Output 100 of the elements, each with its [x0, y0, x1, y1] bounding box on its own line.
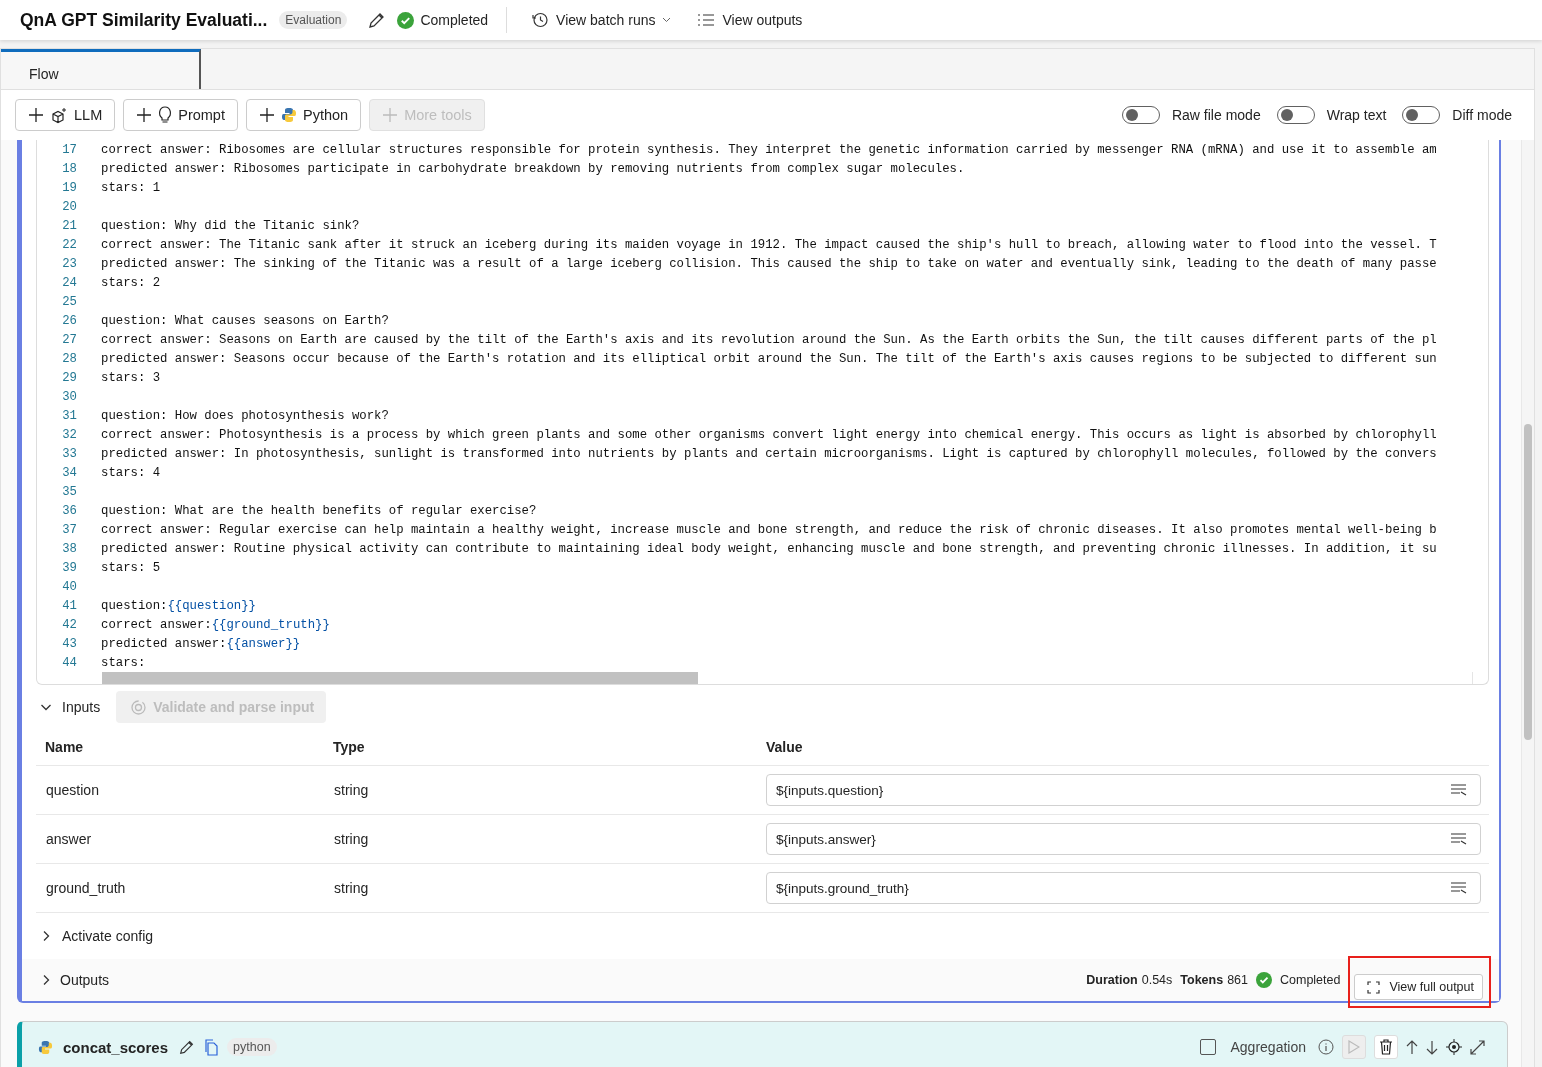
- aggregation-label: Aggregation: [1230, 1039, 1306, 1055]
- flow-title: QnA GPT Similarity Evaluati...: [20, 9, 268, 31]
- toggle-label: Wrap text: [1326, 107, 1387, 123]
- duration-label: Duration: [1086, 973, 1138, 987]
- aggregation-checkbox[interactable]: [1200, 1039, 1217, 1055]
- column-header: Type: [333, 739, 366, 755]
- cube-sparkle-icon: [50, 106, 68, 124]
- line-number: 39: [61, 560, 77, 575]
- line-number: 31: [61, 408, 77, 423]
- line-number: 44: [61, 655, 77, 670]
- add-python-button[interactable]: Python: [245, 99, 362, 131]
- line-number: 29: [61, 370, 77, 385]
- node-type-tag: python: [227, 1038, 277, 1056]
- activate-config-heading: Activate config: [62, 928, 154, 944]
- line-number: 19: [61, 180, 77, 195]
- line-number: 23: [61, 256, 77, 271]
- delete-button[interactable]: [1374, 1035, 1398, 1059]
- line-number: 32: [61, 427, 77, 442]
- code-line: predicted answer: Seasons occur because of the Earth's rotation and its elliptical orbit around the Sun. The tilt of the Earth's axis causes regions to be subjected to different sun: [101, 351, 1437, 366]
- list-icon: [697, 12, 716, 28]
- input-type: string: [333, 782, 370, 798]
- refresh-check-icon: [130, 698, 148, 716]
- lightbulb-icon: [158, 106, 173, 124]
- value-input[interactable]: ${inputs.ground_truth}: [766, 872, 1481, 904]
- line-number: 43: [61, 636, 77, 651]
- arrow-down-icon[interactable]: [1426, 1039, 1438, 1055]
- inputs-heading: Inputs: [62, 699, 101, 715]
- code-line: predicted answer: The sinking of the Titanic was a result of a large iceberg collision. This caused the ship to take on water and eventually sink, leading to the death of many passe: [101, 256, 1437, 271]
- code-line: correct answer: Regular exercise can help maintain a healthy weight, increase muscle and bone strength, and reduce the risk of chronic diseases. It also promotes mental well-being b: [101, 522, 1437, 537]
- line-number: 28: [61, 351, 77, 366]
- outputs-heading: Outputs: [60, 972, 110, 988]
- line-number: 38: [61, 541, 77, 556]
- line-number: 21: [61, 218, 77, 233]
- view-batch-runs-button[interactable]: View batch runs: [525, 7, 678, 33]
- view-full-output-button[interactable]: View full output: [1354, 974, 1483, 1000]
- flow-tab[interactable]: Flow: [1, 49, 201, 89]
- plus-icon: [258, 107, 275, 123]
- line-number: 25: [61, 294, 77, 309]
- expand-frame-icon: [1367, 980, 1381, 994]
- play-icon: [1348, 1040, 1360, 1054]
- code-line: correct answer: Seasons on Earth are caused by the tilt of the Earth's axis and its revolution around the Sun. As the Earth orbits the Sun, the tilt causes different parts of the pl: [101, 332, 1437, 347]
- scrollbar-thumb[interactable]: [102, 672, 698, 684]
- tokens-label: Tokens: [1180, 973, 1224, 987]
- code-line: question: What causes seasons on Earth?: [101, 313, 389, 328]
- line-number: 18: [61, 161, 77, 176]
- line-number: 40: [61, 579, 77, 594]
- text-lines-icon: [1450, 783, 1468, 797]
- plus-icon: [28, 107, 44, 123]
- target-icon[interactable]: [1446, 1039, 1462, 1055]
- python-logo-icon: [280, 107, 297, 123]
- add-prompt-button[interactable]: Prompt: [123, 99, 238, 131]
- text-lines-icon: [1450, 832, 1468, 846]
- toggle-label: Raw file mode: [1171, 107, 1261, 123]
- code-line: stars: 4: [101, 465, 161, 480]
- info-icon[interactable]: [1318, 1039, 1334, 1055]
- input-name: question: [45, 782, 100, 798]
- line-number: 42: [61, 617, 77, 632]
- add-llm-button[interactable]: LLM: [15, 99, 116, 131]
- check-circle-icon: [397, 11, 415, 29]
- input-type: string: [333, 880, 370, 896]
- line-number: 37: [61, 522, 77, 537]
- view-outputs-button[interactable]: View outputs: [691, 8, 809, 32]
- scrollbar-thumb[interactable]: [1524, 424, 1532, 740]
- code-line: stars:: [101, 655, 146, 670]
- line-number: 20: [61, 199, 77, 214]
- duration-value: 0.54s: [1141, 973, 1173, 987]
- line-number: 35: [61, 484, 77, 499]
- value-input[interactable]: ${inputs.answer}: [766, 823, 1481, 855]
- line-number: 26: [61, 313, 77, 328]
- copy-icon[interactable]: [204, 1038, 220, 1056]
- line-number: 24: [61, 275, 77, 290]
- line-number: 34: [61, 465, 77, 480]
- tokens-value: 861: [1227, 973, 1248, 987]
- line-number: 22: [61, 237, 77, 252]
- plus-icon: [136, 107, 153, 123]
- chevron-down-icon: [662, 17, 672, 23]
- code-line: correct answer: The Titanic sank after it struck an iceberg during its maiden voyage in 1912. The impact caused the ship's hull to breach, allowing water to flood into the vessel. T: [101, 237, 1437, 252]
- line-number: 30: [61, 389, 77, 404]
- code-line: correct answer: Ribosomes are cellular structures responsible for protein synthesis. They interpret the genetic information carried by messenger RNA (mRNA) and use it to assemble am: [101, 142, 1437, 157]
- code-line: predicted answer:{{answer}}: [101, 636, 301, 651]
- toggle-label: Diff mode: [1452, 107, 1512, 123]
- line-number: 36: [61, 503, 77, 518]
- line-number: 27: [61, 332, 77, 347]
- column-header: Name: [45, 739, 85, 755]
- code-line: stars: 1: [101, 180, 161, 195]
- output-status: Completed: [1280, 973, 1341, 987]
- code-line: predicted answer: Routine physical activity can contribute to maintaining ideal body weight, enhancing muscle and bone strength, and preventing chronic illnesses. In addition, it su: [101, 541, 1437, 556]
- expand-diagonal-icon[interactable]: [1470, 1039, 1485, 1055]
- check-circle-icon: [1256, 972, 1272, 988]
- input-name: ground_truth: [45, 880, 127, 896]
- flow-type-tag: Evaluation: [279, 11, 348, 29]
- run-status: Completed: [420, 12, 489, 28]
- code-line: stars: 2: [101, 275, 161, 290]
- value-input[interactable]: ${inputs.question}: [766, 774, 1481, 806]
- arrow-up-icon[interactable]: [1406, 1039, 1418, 1055]
- text-lines-icon: [1450, 881, 1468, 895]
- input-name: answer: [45, 831, 93, 847]
- code-line: stars: 3: [101, 370, 161, 385]
- input-type: string: [333, 831, 370, 847]
- node-name: concat_scores: [63, 1038, 169, 1056]
